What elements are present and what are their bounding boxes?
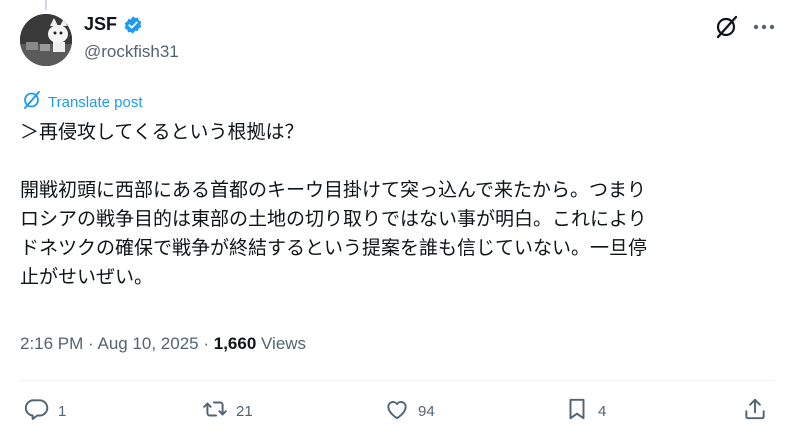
author-name-row: JSF [84, 14, 143, 35]
tweet-meta: 2:16 PM · Aug 10, 2025 · 1,660 Views [20, 334, 306, 354]
avatar[interactable] [20, 14, 72, 66]
tweet-line: ドネツクの確保で戦争が終結するという提案を誰も信じていない。一旦停 [20, 237, 648, 259]
bookmark-icon [564, 396, 590, 426]
divider [20, 380, 774, 381]
tweet-text: ＞再侵攻してくるという根拠は？ 開戦初頭に西部にある首都のキーウ目掛けて突っ込ん… [20, 118, 780, 292]
more-dots-icon[interactable] [750, 14, 778, 40]
reply-count: 1 [58, 402, 67, 420]
author-handle[interactable]: @rockfish31 [84, 42, 179, 62]
action-bar: 1 21 94 4 [0, 396, 794, 432]
author-display-name[interactable]: JSF [84, 14, 117, 35]
like-count: 94 [418, 402, 435, 420]
verified-badge-icon [123, 15, 143, 35]
translate-post-link[interactable]: Translate post [22, 90, 143, 114]
heart-icon [384, 396, 410, 426]
repost-icon [202, 396, 228, 426]
meta-separator: · [83, 334, 98, 353]
views-label: Views [256, 334, 307, 353]
translate-label: Translate post [48, 93, 143, 111]
repost-button[interactable]: 21 [202, 396, 253, 426]
tweet-line: 開戦初頭に西部にある首都のキーウ目掛けて突っ込んで来たから。つまり [20, 179, 647, 201]
like-button[interactable]: 94 [384, 396, 435, 426]
reply-icon [24, 396, 50, 426]
tweet-line: 止がせいぜい。 [20, 266, 154, 288]
share-icon [742, 396, 768, 426]
repost-count: 21 [236, 402, 253, 420]
bookmark-count: 4 [598, 402, 607, 420]
meta-separator: · [198, 334, 214, 353]
grok-icon[interactable] [714, 14, 740, 40]
bookmark-button[interactable]: 4 [564, 396, 606, 426]
views-count: 1,660 [213, 334, 257, 353]
translate-icon [22, 90, 42, 114]
thread-line [45, 0, 47, 10]
tweet-date[interactable]: Aug 10, 2025 [97, 334, 198, 353]
share-button[interactable] [742, 396, 768, 426]
reply-button[interactable]: 1 [24, 396, 66, 426]
tweet-time[interactable]: 2:16 PM [20, 334, 83, 353]
tweet-line: ロシアの戦争目的は東部の土地の切り取りではない事が明白。これにより [20, 208, 647, 230]
tweet-line: ＞再侵攻してくるという根拠は？ [20, 121, 304, 143]
